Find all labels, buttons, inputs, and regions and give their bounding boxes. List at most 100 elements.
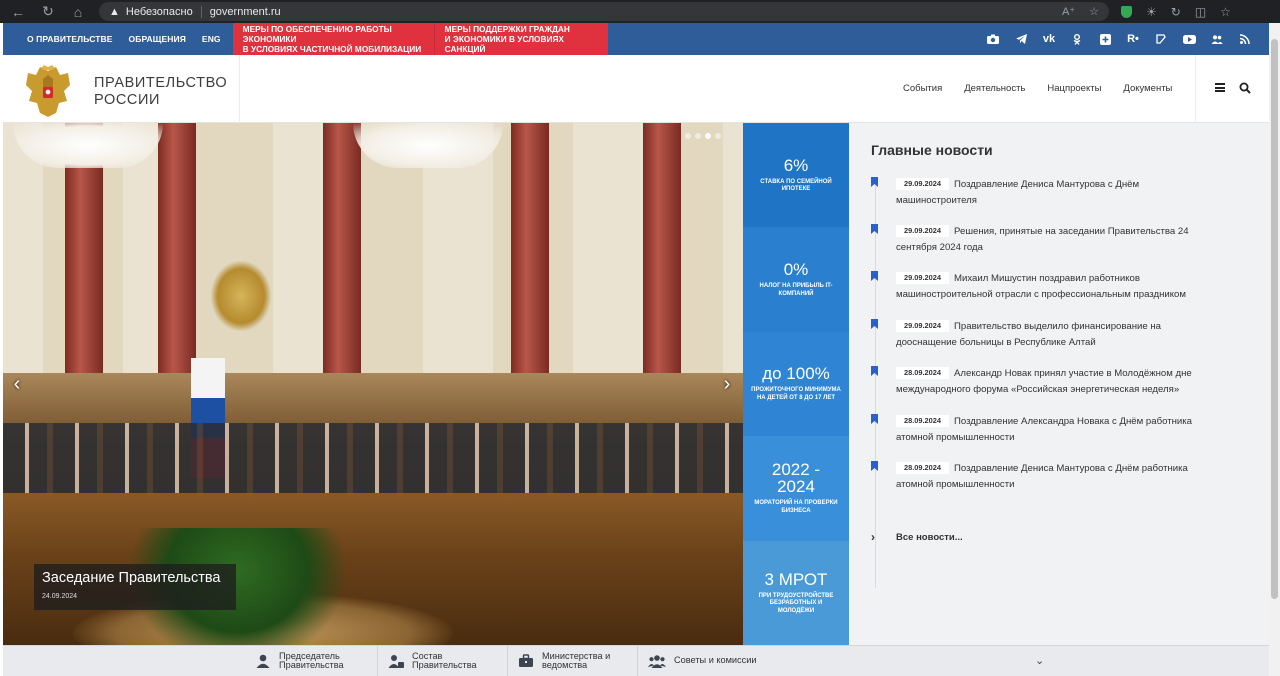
hero-photo-pillar [158, 123, 196, 373]
telegram-icon[interactable] [1007, 23, 1035, 55]
home-icon[interactable]: ⌂ [63, 0, 93, 23]
nav-national-projects[interactable]: Нацпроекты [1047, 83, 1101, 94]
news-item[interactable]: 28.09.2024 Поздравление Дениса Мантурова … [871, 461, 1211, 493]
bookmark-icon [871, 177, 878, 187]
news-item[interactable]: 29.09.2024 Правительство выделило финанси… [871, 319, 1211, 351]
scrollbar-thumb[interactable] [1271, 39, 1278, 599]
refresh-circle-icon[interactable]: ↻ [1171, 5, 1181, 19]
stat-tile-label: ПРОЖИТОЧНОГО МИНИМУМА НА ДЕТЕЙ ОТ 8 ДО 1… [751, 387, 841, 401]
hero-slider[interactable]: ‹ › Заседание Правительства 24.09.2024 [3, 123, 743, 645]
stat-tile-label: МОРАТОРИЙ НА ПРОВЕРКИ БИЗНЕСА [754, 500, 838, 514]
hero-photo-pillar [511, 123, 549, 373]
nav-events[interactable]: События [903, 83, 942, 94]
news-item[interactable]: 29.09.2024 Поздравление Дениса Мантурова … [871, 177, 1211, 209]
stat-tile-it-tax[interactable]: 0% НАЛОГ НА ПРИБЫЛЬ IT-КОМПАНИЙ [743, 227, 849, 332]
topnav-appeals[interactable]: ОБРАЩЕНИЯ [121, 34, 194, 44]
news-date: 28.09.2024 [896, 462, 949, 474]
site-title-line2: РОССИИ [94, 92, 161, 108]
slide-dot[interactable] [695, 133, 701, 139]
warning-icon[interactable]: ▲ [109, 6, 120, 18]
promo-mobilization-line2: В УСЛОВИЯХ ЧАСТИЧНОЙ МОБИЛИЗАЦИИ [242, 44, 422, 54]
reload-icon[interactable]: ↻ [33, 0, 63, 23]
quicklink-councils[interactable]: Советы и комиссии [637, 646, 767, 676]
youtube-icon[interactable] [1175, 23, 1203, 55]
hero-photo-pillar [323, 123, 361, 373]
bookmark-icon [871, 461, 878, 471]
people-icon[interactable] [1203, 23, 1231, 55]
hero-photo-chandelier [13, 123, 163, 168]
page-scrollbar[interactable] [1269, 23, 1280, 676]
main-news-panel: Главные новости 29.09.2024 Поздравление Д… [849, 123, 1269, 645]
favorite-star-icon[interactable]: ☆ [1089, 5, 1099, 18]
slide-dot[interactable] [685, 133, 691, 139]
plus-icon[interactable] [1091, 23, 1119, 55]
stat-tile-moratorium[interactable]: 2022 - 2024 МОРАТОРИЙ НА ПРОВЕРКИ БИЗНЕС… [743, 436, 849, 541]
stat-tile-value: до 100% [762, 364, 830, 384]
hamburger-menu-icon[interactable] [1215, 83, 1225, 92]
news-item[interactable]: 28.09.2024 Александр Новак принял участие… [871, 366, 1211, 398]
adblock-shield-icon[interactable] [1121, 5, 1132, 18]
vk-icon[interactable]: vk [1035, 23, 1063, 55]
quicklink-cabinet[interactable]: Состав Правительства [377, 646, 507, 676]
stat-tile-value: 2022 - 2024 [771, 460, 821, 497]
all-news-label: Все новости... [896, 531, 963, 543]
news-item[interactable]: 28.09.2024 Поздравление Александра Новака… [871, 414, 1211, 446]
coat-of-arms-icon[interactable] [23, 65, 73, 119]
quicklink-line2: ведомства [542, 660, 588, 670]
stat-tile-label: СТАВКА ПО СЕМЕЙНОЙ ИПОТЕКЕ [760, 178, 832, 193]
quicklink-ministries[interactable]: Министерства и ведомства [507, 646, 637, 676]
dzen-icon[interactable] [1147, 23, 1175, 55]
rss-icon[interactable] [1231, 23, 1259, 55]
stat-tile-label: ПРИ ТРУДОУСТРОЙСТВЕ БЕЗРАБОТНЫХ И МОЛОДЁ… [758, 592, 834, 614]
group-lock-icon [388, 655, 404, 668]
news-date: 28.09.2024 [896, 415, 949, 427]
url-text[interactable]: government.ru [210, 6, 281, 18]
slide-dot[interactable] [715, 133, 721, 139]
slider-prev-arrow-icon[interactable]: ‹ [3, 370, 31, 398]
news-item[interactable]: 29.09.2024 Решения, принятые на заседании… [871, 224, 1211, 256]
stat-tile-mortgage[interactable]: 6% СТАВКА ПО СЕМЕЙНОЙ ИПОТЕКЕ [743, 123, 849, 228]
stat-tile-mrot[interactable]: 3 МРОТ ПРИ ТРУДОУСТРОЙСТВЕ БЕЗРАБОТНЫХ И… [743, 540, 849, 645]
slide-caption-title: Заседание Правительства [42, 570, 221, 586]
slider-next-arrow-icon[interactable]: › [713, 370, 741, 398]
extension-icon[interactable]: ☀ [1146, 5, 1157, 19]
slide-caption[interactable]: Заседание Правительства 24.09.2024 [34, 564, 236, 610]
promo-sanctions[interactable]: МЕРЫ ПОДДЕРЖКИ ГРАЖДАН И ЭКОНОМИКИ В УСЛ… [433, 23, 608, 55]
slide-dot-active[interactable] [705, 133, 711, 139]
news-item[interactable]: 29.09.2024 Михаил Мишустин поздравил рабо… [871, 271, 1211, 303]
promo-mobilization[interactable]: МЕРЫ ПО ОБЕСПЕЧЕНИЮ РАБОТЫ ЭКОНОМИКИ В У… [232, 23, 434, 55]
favorites-bar-icon[interactable]: ☆ [1220, 5, 1231, 19]
rutube-icon[interactable]: R• [1119, 23, 1147, 55]
quicklink-line2: Правительства [279, 660, 344, 670]
team-icon [648, 655, 666, 668]
quicklink-line1: Советы и комиссии [674, 655, 757, 666]
back-icon[interactable]: ← [3, 0, 33, 23]
site-title[interactable]: ПРАВИТЕЛЬСТВО РОССИИ [94, 75, 227, 109]
search-icon[interactable] [1239, 82, 1251, 94]
bookmark-icon [871, 271, 878, 281]
bookmark-icon [871, 366, 878, 376]
stat-tile-value: 3 МРОТ [764, 569, 828, 589]
stat-tile-child-benefit[interactable]: до 100% ПРОЖИТОЧНОГО МИНИМУМА НА ДЕТЕЙ О… [743, 331, 849, 437]
nav-activity[interactable]: Деятельность [964, 83, 1025, 94]
address-bar[interactable]: ▲ Небезопасно government.ru A⁺ ☆ [99, 2, 1109, 21]
all-news-link[interactable]: › Все новости... [871, 530, 963, 544]
site-topbar: О ПРАВИТЕЛЬСТВЕ ОБРАЩЕНИЯ ENG МЕРЫ ПО ОБ… [3, 23, 1269, 55]
site-header: ПРАВИТЕЛЬСТВО РОССИИ События Деятельност… [3, 55, 1269, 123]
security-label[interactable]: Небезопасно [126, 6, 193, 18]
social-links: vk R• [979, 23, 1269, 55]
split-screen-icon[interactable]: ◫ [1195, 5, 1206, 19]
news-date: 29.09.2024 [896, 272, 949, 284]
quicklink-chairman[interactable]: Председатель Правительства [245, 646, 377, 676]
promo-sanctions-line1: МЕРЫ ПОДДЕРЖКИ ГРАЖДАН [444, 24, 570, 34]
stat-tile-value: 6% [783, 155, 809, 175]
topnav-eng[interactable]: ENG [194, 34, 229, 44]
slide-caption-date: 24.09.2024 [42, 593, 78, 600]
nav-documents[interactable]: Документы [1123, 83, 1172, 94]
chevron-down-icon[interactable]: ⌄ [1035, 654, 1044, 667]
read-aloud-icon[interactable]: A⁺ [1062, 5, 1075, 18]
topnav-about[interactable]: О ПРАВИТЕЛЬСТВЕ [3, 34, 121, 44]
camera-icon[interactable] [979, 23, 1007, 55]
ok-icon[interactable] [1063, 23, 1091, 55]
news-date: 29.09.2024 [896, 320, 949, 332]
